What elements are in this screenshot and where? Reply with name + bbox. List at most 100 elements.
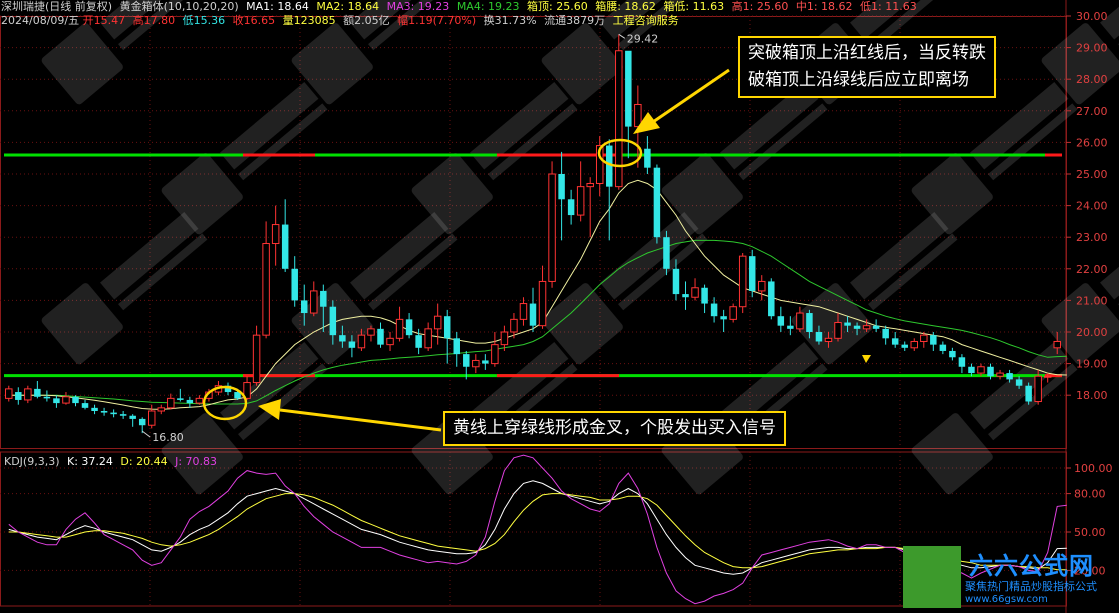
- candle: [529, 287, 537, 332]
- candle-body-down: [558, 174, 565, 200]
- candle-body-up: [834, 322, 842, 339]
- callout-top-line-2: 破箱顶上沿绿线后应立即离场: [748, 70, 969, 90]
- candle-body-up: [147, 410, 156, 426]
- candle-body-up: [758, 280, 766, 292]
- candle: [729, 303, 737, 323]
- candle: [777, 306, 785, 332]
- watermark-mark: [911, 341, 1078, 495]
- candle: [472, 354, 480, 374]
- candle-body-down: [405, 319, 413, 336]
- candle-body-down: [720, 316, 727, 320]
- candle: [1025, 382, 1032, 405]
- candle: [405, 313, 413, 339]
- candle-body-up: [691, 287, 699, 298]
- high-value: 高17.80: [132, 14, 176, 27]
- candle: [224, 382, 232, 396]
- candle-body-down: [329, 306, 337, 336]
- candle-body-up: [977, 366, 985, 374]
- candle: [167, 393, 175, 410]
- candle: [43, 390, 51, 402]
- candle: [15, 387, 22, 405]
- candle-body-down: [1015, 379, 1023, 386]
- candle: [5, 385, 13, 402]
- candle-body-down: [663, 237, 670, 269]
- candle: [891, 332, 899, 348]
- callout-top: 突破箱顶上沿红线后，当反转跌 破箱顶上沿绿线后应立即离场: [738, 36, 996, 98]
- callout-bottom-text: 黄线上穿绿线形成金叉，个股发出买入信号: [453, 418, 776, 438]
- candle-body-up: [738, 255, 747, 308]
- candle-body-up: [510, 318, 518, 333]
- candle: [519, 297, 528, 326]
- header-row-2: 2024/08/09/五 开15.47 高17.80 低15.36 收16.65…: [1, 14, 683, 28]
- candle-body-up: [195, 397, 204, 404]
- candle: [939, 341, 947, 355]
- mid1-value: 中1: 18.62: [795, 0, 853, 13]
- logo-url: www.66gsw.com: [965, 594, 1048, 605]
- candle: [586, 177, 594, 238]
- callout-arrow-shaft: [279, 408, 442, 432]
- candle-body-down: [1006, 373, 1013, 380]
- open-value: 开15.47: [82, 14, 126, 27]
- candle-body-up: [796, 312, 804, 330]
- candle: [138, 417, 146, 434]
- candle: [901, 341, 908, 351]
- candle-body-down: [672, 268, 680, 295]
- candle: [34, 380, 41, 399]
- candle-body-down: [815, 332, 823, 342]
- price-tick-label: 27.00: [1076, 105, 1108, 118]
- candle: [100, 407, 108, 416]
- candle: [53, 395, 60, 408]
- low1-value: 低1: 11.63: [860, 0, 917, 13]
- logo-mark: [903, 546, 961, 608]
- candle-body-down: [43, 396, 51, 399]
- candle: [119, 411, 127, 419]
- candle-body-down: [777, 316, 785, 326]
- watermark-mark: [1041, 211, 1119, 365]
- candle: [653, 164, 661, 244]
- candle: [195, 395, 204, 405]
- kdj-d-value: D: 20.44: [120, 455, 168, 468]
- candle: [576, 161, 585, 222]
- candle-body-up: [367, 328, 375, 336]
- period-label: (日线 前复权): [45, 0, 113, 13]
- kdj-j-value: J: 70.83: [175, 455, 218, 468]
- candle-body-up: [262, 243, 270, 336]
- sector-value: 工程咨询服务: [612, 14, 679, 27]
- header-row-1: 深圳瑞捷(日线 前复权) 黄金箱体(10,10,20,20) MA1: 18.6…: [1, 0, 921, 14]
- price-tick-label: 30.00: [1076, 10, 1108, 23]
- candle: [157, 404, 166, 415]
- candle-body-up: [24, 388, 32, 401]
- low-value: 低15.36: [182, 14, 226, 27]
- candle-body-down: [625, 50, 632, 127]
- candle-body-down: [177, 398, 184, 400]
- price-tick-label: 23.00: [1076, 231, 1108, 244]
- candle-body-down: [891, 338, 899, 345]
- candle: [443, 309, 451, 364]
- candle-body-down: [768, 281, 775, 317]
- candle-body-down: [129, 415, 136, 419]
- price-tick-label: 29.00: [1076, 42, 1108, 55]
- candle-body-down: [91, 407, 98, 411]
- candle-body-down: [53, 398, 60, 404]
- candle-body-down: [463, 354, 470, 367]
- candle-body-down: [710, 303, 718, 317]
- logo-text: 六六公式网: [969, 552, 1094, 580]
- candle-body-down: [415, 335, 422, 348]
- candle: [768, 278, 775, 320]
- candle-body-up: [519, 303, 528, 320]
- candle: [710, 297, 718, 323]
- site-logo: 六六公式网 聚焦热门精品炒股指标公式 www.66gsw.com: [903, 546, 1119, 608]
- callout-top-line-1: 突破箱顶上沿红线后，当反转跌: [748, 43, 986, 63]
- candle-body-down: [453, 338, 460, 355]
- candle-body-down: [682, 294, 689, 298]
- kdj-k-value: K: 37.24: [67, 455, 113, 468]
- candle: [91, 404, 98, 415]
- candle: [882, 325, 889, 345]
- candle-body-up: [729, 306, 737, 320]
- candle: [310, 281, 318, 317]
- box-bottom-value: 箱低: 11.63: [663, 0, 725, 13]
- candle: [748, 249, 756, 298]
- float-value: 流通3879万: [544, 14, 606, 27]
- candle: [738, 253, 747, 314]
- candle-body-down: [844, 322, 851, 326]
